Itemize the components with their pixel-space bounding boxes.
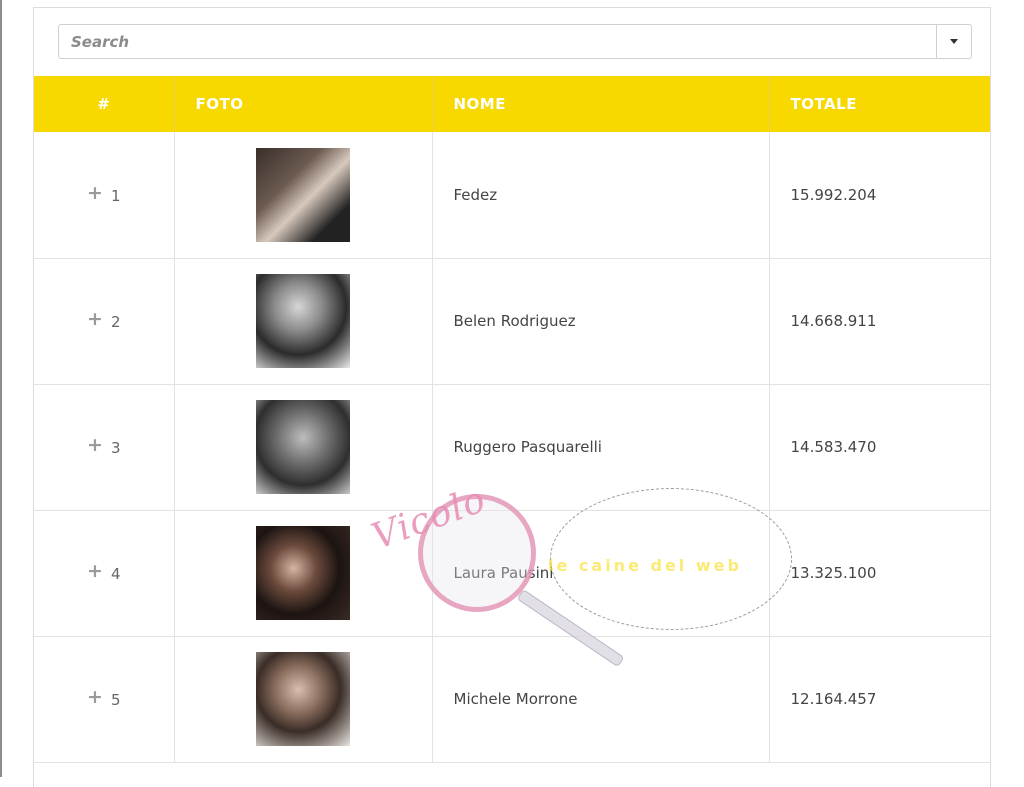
column-header-name[interactable]: NOME [432,76,770,132]
chevron-down-icon [950,39,958,44]
search-box [58,24,972,59]
rank-value: 1 [110,186,121,205]
rank-value: 3 [110,439,121,457]
name-cell: Michele Morrone [432,636,770,762]
rank-cell: +3 [34,384,175,510]
profile-photo [256,526,350,620]
table-row: +5 Michele Morrone 12.164.457 [34,636,990,762]
total-cell: 14.583.470 [790,438,877,456]
expand-plus-icon[interactable]: + [87,686,103,708]
name-cell: Laura Pausini [432,510,770,636]
expand-plus-icon[interactable]: + [87,560,103,582]
column-header-photo[interactable]: FOTO [174,76,433,132]
window-left-edge [0,0,2,777]
name-cell: Ruggero Pasquarelli [432,384,770,510]
table-header-row: # FOTO NOME TOTALE [34,76,990,132]
column-header-rank[interactable]: # [34,76,175,132]
rank-value: 4 [110,565,121,583]
photo-cell [174,132,433,258]
rank-value: 5 [110,691,121,709]
total-cell: 14.668.911 [790,312,877,330]
name-cell: Fedez [432,132,770,258]
profile-photo [256,147,350,242]
rank-cell: +5 [34,636,175,762]
table-row: +4 Laura Pausini 13.325.100 [34,510,990,636]
search-input[interactable] [59,25,936,58]
ranking-table: # FOTO NOME TOTALE +1 Fedez 15.992.204 +… [34,76,990,763]
total-cell: 12.164.457 [790,690,877,708]
search-dropdown-button[interactable] [936,25,971,58]
profile-photo [256,274,350,368]
photo-cell [174,258,433,384]
rank-value: 2 [110,313,121,331]
rank-cell: +4 [34,510,175,636]
table-row: +1 Fedez 15.992.204 [34,132,990,258]
profile-photo [256,652,350,746]
photo-cell [174,384,433,510]
name-cell: Belen Rodriguez [432,258,770,384]
rank-cell: +1 [34,132,175,258]
expand-plus-icon[interactable]: + [87,434,103,456]
column-header-total[interactable]: TOTALE [769,76,990,132]
expand-plus-icon[interactable]: + [87,182,103,204]
ranking-panel: # FOTO NOME TOTALE +1 Fedez 15.992.204 +… [33,7,991,787]
profile-photo [256,400,350,494]
expand-plus-icon[interactable]: + [87,308,103,330]
total-cell: 15.992.204 [790,185,877,204]
total-cell: 13.325.100 [790,564,877,582]
table-row: +2 Belen Rodriguez 14.668.911 [34,258,990,384]
table-row: +3 Ruggero Pasquarelli 14.583.470 [34,384,990,510]
rank-cell: +2 [34,258,175,384]
photo-cell [174,510,433,636]
photo-cell [174,636,433,762]
